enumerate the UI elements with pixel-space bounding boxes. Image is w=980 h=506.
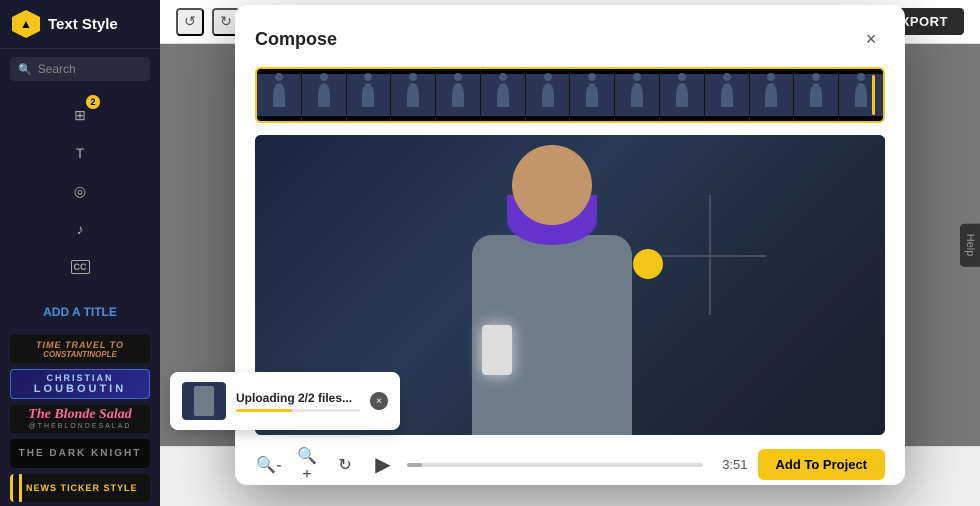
fx-icon: ◎ [74,183,86,200]
sidebar-header: ▲ Text Style [0,0,160,49]
filmstrip-frame [526,69,571,121]
filmstrip[interactable] [255,67,885,123]
logo-icon: ▲ [12,10,40,38]
sidebar-nav-fx[interactable]: ◎ [62,173,98,209]
audio-icon: ♪ [77,221,84,237]
time-display: 3:51 [713,457,748,472]
search-input[interactable]: Search [38,62,76,76]
play-icon: ▶ [375,452,390,477]
template-label: THE DARK KNIGHT [19,448,142,459]
video-person [472,235,632,435]
template-label: CHRISTIAN [47,373,114,383]
filmstrip-frame [750,69,795,121]
filmstrip-frame [391,69,436,121]
filmstrip-playhead[interactable] [872,75,875,115]
add-title-button[interactable]: ADD A TITLE [0,297,160,327]
zoom-out-icon: 🔍- [256,455,281,475]
template-item[interactable]: CHRISTIAN LOUBOUTIN [10,369,150,398]
upload-info: Uploading 2/2 files... [236,391,360,412]
sidebar: ▲ Text Style 🔍 Search ⊞ 2 T ◎ ♪ CC ADD A… [0,0,160,506]
sidebar-nav-audio[interactable]: ♪ [62,211,98,247]
template-sublabel: LOUBOUTIN [34,383,126,395]
upload-thumbnail [182,382,226,420]
template-item[interactable]: NEWS TICKER STYLE [10,474,150,502]
video-controls: 🔍- 🔍+ ↻ ▶ 3:51 Add To Project [255,449,885,480]
person-body [472,235,632,435]
upload-progress-bar [236,409,360,412]
template-label: TIME TRAVEL TO [36,340,124,350]
template-sublabel: CONSTANTINOPLE [43,350,117,359]
undo-button[interactable]: ↺ [176,8,204,36]
sidebar-nav-media[interactable]: ⊞ 2 [62,97,98,133]
zoom-in-icon: 🔍+ [293,446,321,484]
template-label: The Blonde Salad [28,407,131,423]
upload-text: Uploading 2/2 files... [236,391,360,405]
filmstrip-frame [615,69,660,121]
modal-close-button[interactable]: × [857,25,885,53]
bg-line-h [646,255,766,257]
play-button[interactable]: ▶ [369,451,397,479]
template-item[interactable]: TIME TRAVEL TO CONSTANTINOPLE [10,335,150,363]
filmstrip-frame [570,69,615,121]
filmstrip-frame [257,69,302,121]
template-sublabel: @THEBLONDESALAD [29,423,132,430]
bg-line-v [709,195,711,315]
filmstrip-frame [302,69,347,121]
rotate-button[interactable]: ↻ [331,451,359,479]
filmstrip-frame [660,69,705,121]
canvas-area: Compose × [160,44,980,446]
zoom-out-button[interactable]: 🔍- [255,451,283,479]
modal-header: Compose × [255,25,885,53]
main-area: ↺ ↻ ⚙ ⤴ Untitled project #1 🗁 EXPORT C [160,0,980,506]
template-item[interactable]: The Blonde Salad @THEBLONDESALAD [10,405,150,433]
person-phone [482,325,512,375]
text-icon: T [76,145,85,161]
yellow-ball [633,249,663,279]
upload-close-button[interactable]: × [370,392,388,410]
person-head [512,145,592,225]
modal-title: Compose [255,29,337,50]
template-label: NEWS TICKER STYLE [26,483,138,493]
upload-thumb-person [194,386,214,416]
filmstrip-frame [839,69,883,121]
filmstrip-frame [347,69,392,121]
filmstrip-frame [481,69,526,121]
sidebar-nav-text[interactable]: T [62,135,98,171]
filmstrip-frame [436,69,481,121]
upload-notification: Uploading 2/2 files... × [170,372,400,430]
search-bar[interactable]: 🔍 Search [10,57,150,81]
progress-bar[interactable] [407,463,703,467]
zoom-in-button[interactable]: 🔍+ [293,451,321,479]
template-list: TIME TRAVEL TO CONSTANTINOPLE CHRISTIAN … [0,331,160,506]
sidebar-title: Text Style [48,16,118,33]
sidebar-nav-cc[interactable]: CC [62,249,98,285]
filmstrip-frame [794,69,839,121]
upload-progress-fill [236,409,292,412]
person-shape [472,235,632,435]
filmstrip-frame [705,69,750,121]
rotate-icon: ↻ [338,455,351,475]
undo-icon: ↺ [184,13,196,30]
media-icon: ⊞ [74,107,86,124]
template-item[interactable]: THE DARK KNIGHT [10,439,150,467]
sidebar-nav: ⊞ 2 T ◎ ♪ CC [0,89,160,293]
progress-fill [407,463,422,467]
add-to-project-button[interactable]: Add To Project [758,449,885,480]
notification-badge: 2 [86,95,100,109]
search-icon: 🔍 [18,63,32,76]
cc-icon: CC [71,260,90,274]
redo-icon: ↻ [220,13,232,30]
